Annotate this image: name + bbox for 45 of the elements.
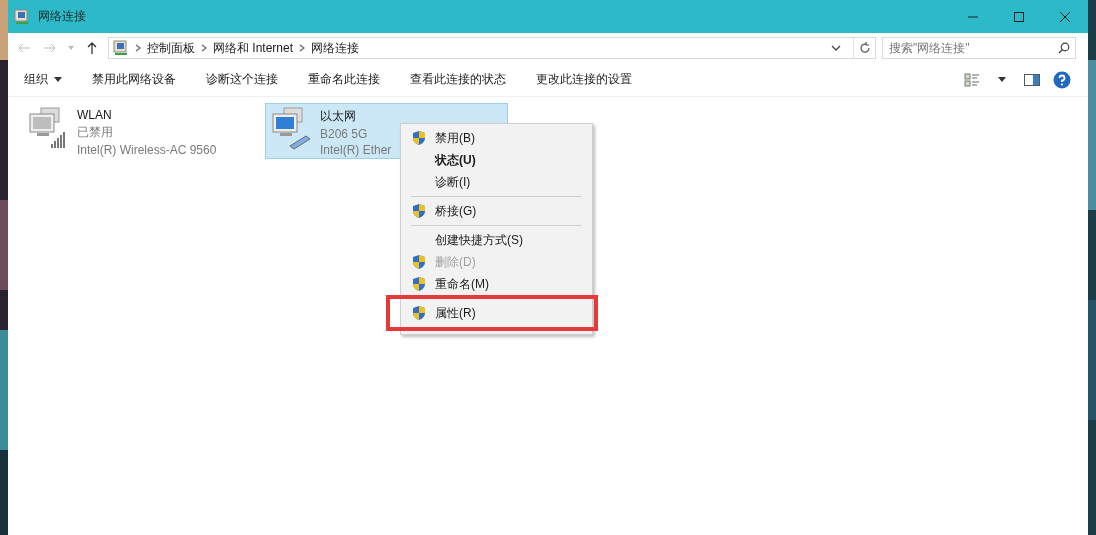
up-arrow-icon [87,42,97,54]
breadcrumb[interactable]: 网络连接 [311,39,360,57]
command-button[interactable]: 更改此连接的设置 [528,67,640,92]
breadcrumb[interactable]: 控制面板 [147,39,195,57]
close-icon [1060,11,1070,22]
menu-item[interactable]: 创建快捷方式(S) [403,229,590,251]
chevron-down-icon [831,45,841,51]
caret-icon [54,77,62,82]
connection-name: WLAN [77,108,113,122]
menu-item[interactable]: 桥接(G) [403,200,590,222]
adapter-name: Intel(R) Ether [320,143,392,157]
menu-item[interactable]: 诊断(I) [403,171,590,193]
network-folder-icon [113,40,129,56]
back-arrow-icon [18,43,30,53]
connection-name: 以太网 [320,108,357,125]
window-title: 网络连接 [38,8,86,25]
search-field[interactable]: 搜索"网络连接" [882,37,1076,59]
connection-item[interactable]: WLAN 已禁用 Intel(R) Wireless-AC 9560 [22,103,265,159]
chevron-icon [299,44,306,52]
shield-icon [411,254,427,270]
address-bar[interactable]: 控制面板 网络和 Internet 网络连接 [108,37,876,59]
shield-icon [411,305,427,321]
command-button[interactable]: 重命名此连接 [300,67,388,92]
refresh-icon [858,42,871,54]
maximize-icon [1014,11,1024,22]
search-icon [1058,42,1070,54]
connection-status: B206 5G [320,127,369,141]
command-button[interactable]: 组织 [16,67,70,92]
command-button[interactable]: 诊断这个连接 [198,67,286,92]
chevron-icon [201,44,207,52]
breadcrumb[interactable]: 网络和 Internet [213,39,294,57]
shield-icon [411,130,427,146]
command-button[interactable]: 禁用此网络设备 [84,67,184,92]
shield-icon [411,276,427,292]
forward-arrow-icon [44,43,56,53]
menu-item[interactable]: 属性(R) [403,302,590,324]
command-button[interactable]: 查看此连接的状态 [402,67,514,92]
connection-status: 已禁用 [77,124,114,141]
menu-item[interactable]: 重命名(M) [403,273,590,295]
network-folder-icon [14,8,30,25]
chevron-icon [135,44,141,52]
adapter-name: Intel(R) Wireless-AC 9560 [77,143,217,157]
shield-icon [411,203,427,219]
caret-icon [68,46,74,50]
caret-icon [998,77,1006,82]
